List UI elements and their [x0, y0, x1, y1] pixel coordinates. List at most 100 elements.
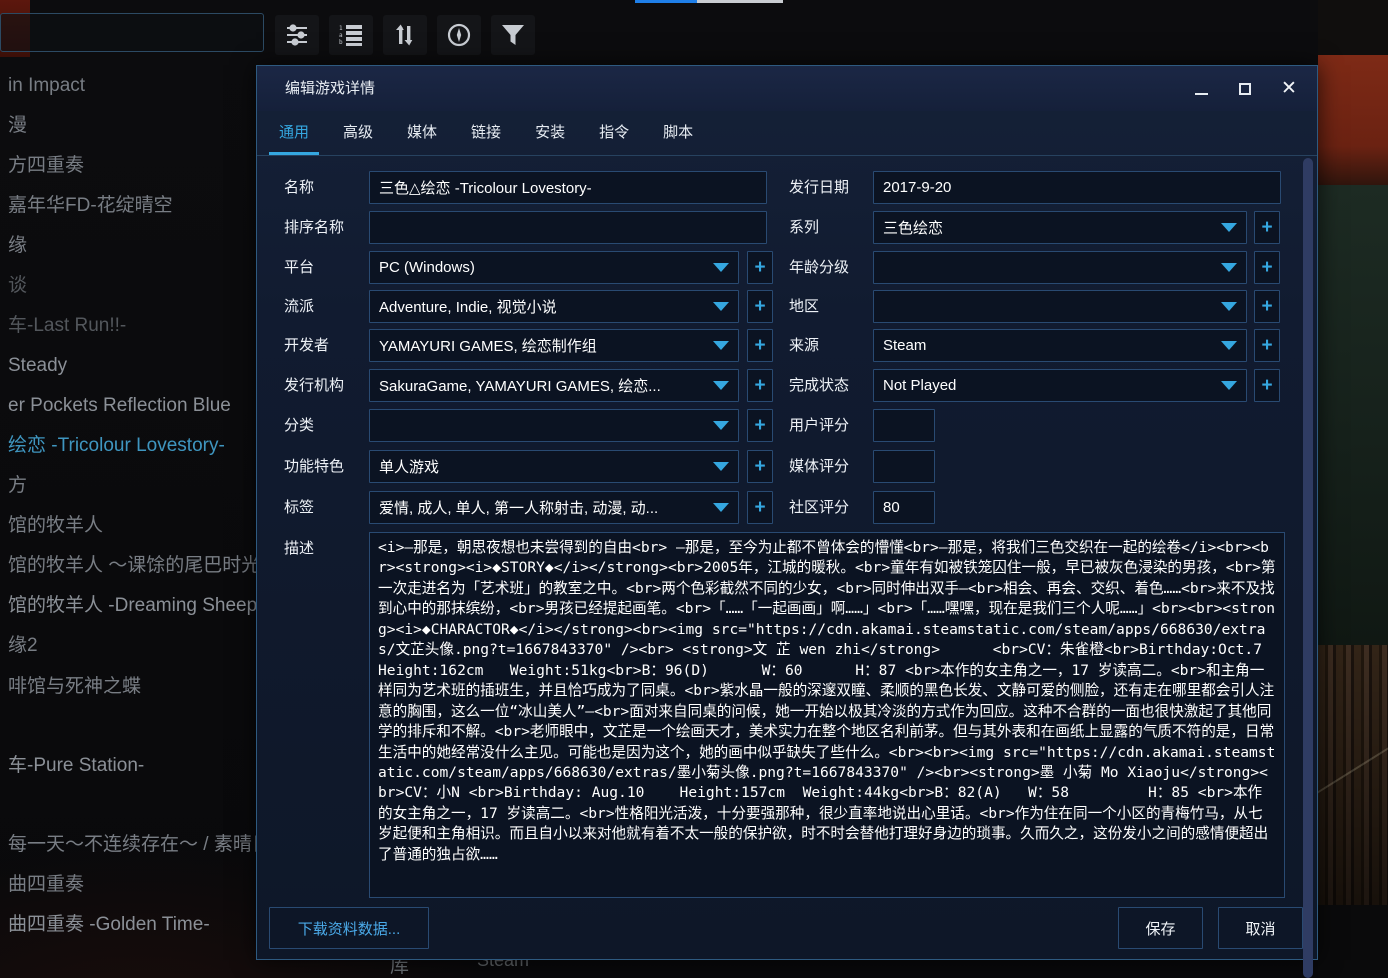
completion-status-dropdown[interactable]: Not Played: [873, 369, 1247, 402]
tags-dropdown[interactable]: 爱情, 成人, 单人, 第一人称射击, 动漫, 动...: [369, 491, 739, 524]
platform-add-button[interactable]: +: [747, 251, 773, 284]
age-rating-add-button[interactable]: +: [1254, 251, 1280, 284]
list-item[interactable]: Steady: [8, 353, 67, 379]
critic-score-label: 媒体评分: [789, 450, 849, 483]
categories-dropdown[interactable]: [369, 409, 739, 442]
dialog-titlebar[interactable]: 编辑游戏详情 ✕: [257, 66, 1317, 111]
filter-button[interactable]: [491, 15, 535, 55]
list-item[interactable]: 啡馆与死神之蝶: [8, 674, 141, 700]
name-input[interactable]: [370, 172, 766, 203]
series-dropdown[interactable]: 三色绘恋: [873, 211, 1247, 244]
maximize-button[interactable]: [1231, 75, 1259, 103]
categories-add-button[interactable]: +: [747, 409, 773, 442]
save-button[interactable]: 保存: [1118, 907, 1203, 949]
group-by-button[interactable]: 1 a b: [329, 15, 373, 55]
list-item[interactable]: 谈: [8, 273, 27, 299]
close-button[interactable]: ✕: [1275, 75, 1303, 103]
download-metadata-button[interactable]: 下载资料数据...: [269, 907, 429, 949]
user-score-field-wrap: [873, 409, 935, 442]
list-item[interactable]: 馆的牧羊人: [8, 513, 103, 539]
release-date-input[interactable]: [874, 172, 1280, 203]
list-item[interactable]: 嘉年华FD-花绽晴空: [8, 193, 173, 219]
community-score-input[interactable]: [874, 492, 934, 523]
sort-name-label: 排序名称: [284, 211, 344, 244]
chevron-down-icon: [1221, 341, 1237, 350]
name-field-wrap: [369, 171, 767, 204]
description-textarea[interactable]: <i>—那是，朝思夜想也未尝得到的自由<br> —那是，至今为止都不曾体会的懵懂…: [369, 532, 1285, 898]
tags-add-button[interactable]: +: [747, 491, 773, 524]
background-artwork: [1318, 0, 1388, 978]
game-list-sidebar: in Impact 漫 方四重奏 嘉年华FD-花绽晴空 缘 谈 车-Last R…: [0, 57, 256, 978]
source-dropdown[interactable]: Steam: [873, 329, 1247, 362]
completion-status-add-button[interactable]: +: [1254, 369, 1280, 402]
series-add-button[interactable]: +: [1254, 211, 1280, 244]
features-value: 单人游戏: [370, 456, 713, 477]
developers-value: YAMAYURI GAMES, 绘恋制作组: [370, 335, 713, 356]
group-by-icon: 1 a b: [339, 24, 363, 46]
list-item[interactable]: 方: [8, 473, 27, 499]
list-item[interactable]: 方四重奏: [8, 153, 84, 179]
close-icon: ✕: [1281, 79, 1297, 98]
list-item[interactable]: 漫: [8, 113, 27, 139]
tab-links[interactable]: 链接: [461, 111, 511, 155]
view-options-button[interactable]: [275, 15, 319, 55]
publishers-add-button[interactable]: +: [747, 369, 773, 402]
publishers-dropdown[interactable]: SakuraGame, YAMAYURI GAMES, 绘恋...: [369, 369, 739, 402]
search-input[interactable]: [1, 14, 263, 51]
list-item-selected[interactable]: 绘恋 -Tricolour Lovestory-: [8, 433, 225, 459]
tab-media[interactable]: 媒体: [397, 111, 447, 155]
region-dropdown[interactable]: [873, 290, 1247, 323]
sort-order-button[interactable]: [383, 15, 427, 55]
platform-value: PC (Windows): [370, 259, 713, 276]
minimize-button[interactable]: [1187, 75, 1215, 103]
list-item[interactable]: 曲四重奏 -Golden Time-: [8, 912, 210, 938]
list-item[interactable]: 曲四重奏: [8, 872, 84, 898]
features-label: 功能特色: [284, 450, 344, 483]
tab-general[interactable]: 通用: [269, 111, 319, 155]
list-item[interactable]: 每一天～不连续存在～ / 素晴日: [8, 832, 256, 858]
chevron-down-icon: [713, 421, 729, 430]
user-score-input[interactable]: [874, 410, 934, 441]
artwork-blackboard: [1318, 185, 1388, 645]
developers-add-button[interactable]: +: [747, 329, 773, 362]
genres-add-button[interactable]: +: [747, 290, 773, 323]
source-label: 来源: [789, 329, 819, 362]
genres-dropdown[interactable]: Adventure, Indie, 视觉小说: [369, 290, 739, 323]
search-box[interactable]: [0, 13, 264, 52]
list-item[interactable]: 缘: [8, 233, 27, 259]
source-value: Steam: [874, 337, 1221, 354]
publishers-value: SakuraGame, YAMAYURI GAMES, 绘恋...: [370, 375, 713, 396]
source-add-button[interactable]: +: [1254, 329, 1280, 362]
tab-scripts[interactable]: 脚本: [653, 111, 703, 155]
list-item[interactable]: er Pockets Reflection Blue: [8, 393, 231, 419]
features-add-button[interactable]: +: [747, 450, 773, 483]
cancel-button[interactable]: 取消: [1218, 907, 1303, 949]
list-item[interactable]: 馆的牧羊人 -Dreaming Sheep-: [8, 593, 256, 619]
sort-name-field-wrap: [369, 211, 767, 244]
list-item[interactable]: in Impact: [8, 73, 85, 99]
region-add-button[interactable]: +: [1254, 290, 1280, 323]
list-item[interactable]: 车-Last Run!!-: [8, 313, 126, 339]
age-rating-dropdown[interactable]: [873, 251, 1247, 284]
developers-dropdown[interactable]: YAMAYURI GAMES, 绘恋制作组: [369, 329, 739, 362]
sort-name-input[interactable]: [370, 212, 766, 243]
artwork-top: [1318, 0, 1388, 55]
genres-value: Adventure, Indie, 视觉小说: [370, 296, 713, 317]
critic-score-input[interactable]: [874, 451, 934, 482]
tab-actions[interactable]: 指令: [589, 111, 639, 155]
top-sliver-light: [697, 0, 783, 3]
platform-dropdown[interactable]: PC (Windows): [369, 251, 739, 284]
list-item[interactable]: 馆的牧羊人 ～课馀的尾巴时光～: [8, 553, 256, 579]
toolbar: 1 a b: [275, 15, 535, 55]
chevron-down-icon: [713, 503, 729, 512]
list-item[interactable]: 缘2: [8, 633, 38, 659]
age-rating-label: 年龄分级: [789, 251, 849, 284]
edit-game-details-dialog: 编辑游戏详情 ✕ 通用 高级 媒体 链接 安装 指令 脚本 名称 排序名称 平台…: [256, 65, 1318, 960]
vertical-scrollbar-thumb[interactable]: [1303, 158, 1313, 978]
features-dropdown[interactable]: 单人游戏: [369, 450, 739, 483]
list-item[interactable]: 车-Pure Station-: [8, 753, 144, 779]
explorer-button[interactable]: [437, 15, 481, 55]
chevron-down-icon: [1221, 302, 1237, 311]
tab-advanced[interactable]: 高级: [333, 111, 383, 155]
tab-install[interactable]: 安装: [525, 111, 575, 155]
